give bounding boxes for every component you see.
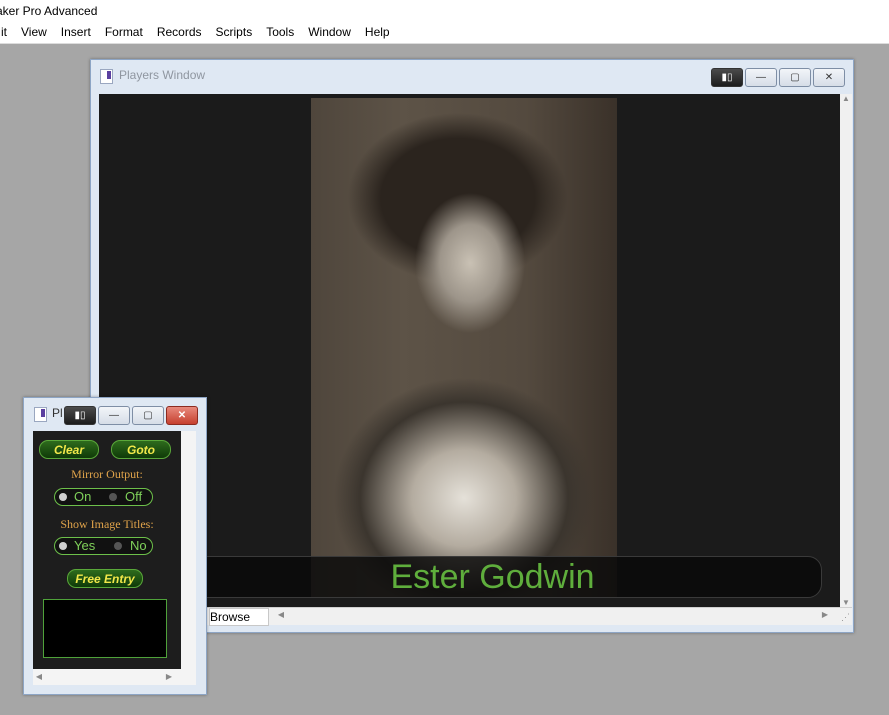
goto-button[interactable]: Goto [111,440,171,459]
menu-window[interactable]: Window [301,22,358,43]
document-icon [100,69,113,84]
menu-records[interactable]: Records [150,22,209,43]
app-title: aker Pro Advanced [0,0,889,22]
scroll-right-icon[interactable]: ▶ [163,672,175,681]
radio-no-icon[interactable] [114,542,122,550]
maximize-button[interactable]: ▢ [132,406,164,425]
scroll-left-icon[interactable]: ◀ [275,610,287,619]
radio-off-icon[interactable] [109,493,117,501]
scroll-down-icon[interactable]: ▼ [840,598,852,607]
palette-window: Pl ▮▯ — ▢ ✕ Clear Goto Mirror Output: On… [23,397,207,695]
show-titles-toggle[interactable]: Yes No [54,537,153,555]
close-button[interactable]: ✕ [813,68,845,87]
palette-content: Clear Goto Mirror Output: On Off Show Im… [33,431,181,669]
mirror-output-toggle[interactable]: On Off [54,488,153,506]
image-title-text: Ester Godwin [390,558,595,596]
titles-no-label: No [130,538,147,553]
menu-scripts[interactable]: Scripts [209,22,260,43]
titles-yes-label: Yes [74,538,96,553]
free-entry-button[interactable]: Free Entry [67,569,143,588]
resize-grip-icon[interactable]: ⋰ [841,612,850,623]
fullscreen-button[interactable]: ▮▯ [64,406,96,425]
fullscreen-button[interactable]: ▮▯ [711,68,743,87]
radio-yes-icon[interactable] [59,542,67,550]
menu-help[interactable]: Help [358,22,397,43]
maximize-button[interactable]: ▢ [779,68,811,87]
show-image-titles-label: Show Image Titles: [60,517,154,531]
palette-vertical-scrollbar[interactable] [181,431,196,669]
scroll-right-icon[interactable]: ▶ [819,610,831,619]
mirror-on-label: On [74,489,92,504]
players-window-title: Players Window [119,68,206,82]
scroll-up-icon[interactable]: ▲ [840,94,852,103]
palette-window-title: Pl [52,406,63,420]
menu-edit[interactable]: it [0,22,14,43]
menu-bar: it View Insert Format Records Scripts To… [0,22,889,44]
players-window-titlebar[interactable]: Players Window ▮▯ — ▢ ✕ [91,60,853,90]
players-window-content: Ester Godwin [99,94,840,607]
mode-indicator[interactable]: Browse [209,608,269,626]
menu-view[interactable]: View [14,22,54,43]
document-icon [34,407,47,422]
mirror-off-label: Off [125,489,143,504]
portrait-image [311,98,617,598]
minimize-button[interactable]: — [98,406,130,425]
clear-button[interactable]: Clear [39,440,99,459]
menu-insert[interactable]: Insert [54,22,98,43]
free-entry-field[interactable] [43,599,167,658]
status-bar: Browse ◀ ▶ ⋰ [99,607,852,626]
menu-tools[interactable]: Tools [259,22,301,43]
menu-format[interactable]: Format [98,22,150,43]
minimize-button[interactable]: — [745,68,777,87]
palette-window-titlebar[interactable]: Pl ▮▯ — ▢ ✕ [24,398,206,428]
mirror-output-label: Mirror Output: [71,467,143,481]
radio-on-icon[interactable] [59,493,67,501]
image-title-bar: Ester Godwin [127,556,822,598]
scroll-left-icon[interactable]: ◀ [33,672,45,681]
close-button[interactable]: ✕ [166,406,198,425]
vertical-scrollbar[interactable]: ▲ ▼ [840,94,852,607]
palette-horizontal-scrollbar[interactable]: ◀ ▶ [33,669,196,685]
